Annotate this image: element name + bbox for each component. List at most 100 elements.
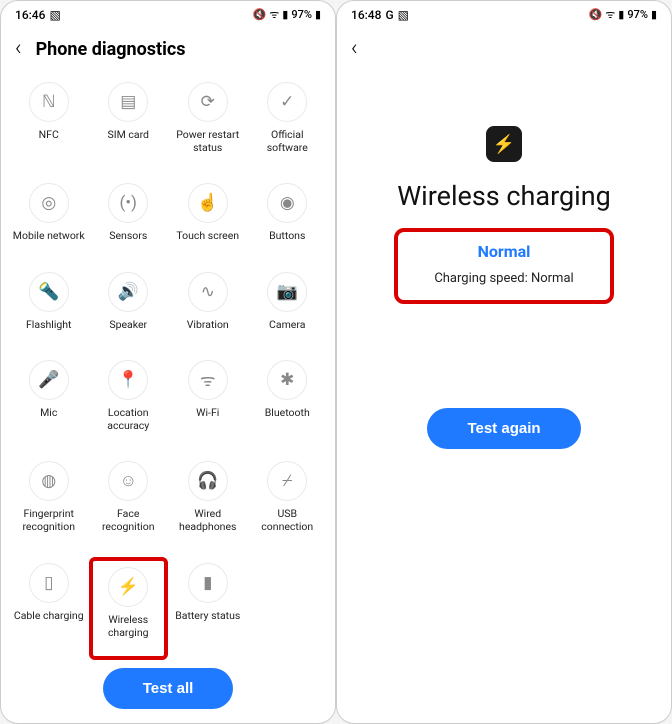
power-restart-status-icon: ⟳	[188, 82, 228, 122]
diag-label: Wired headphones	[172, 507, 244, 533]
signal-icon: ▮	[282, 8, 288, 21]
diag-item-nfc[interactable]: ℕ NFC	[9, 76, 89, 171]
diag-item-official-software[interactable]: ✓ Official software	[248, 76, 328, 171]
status-time: 16:48	[351, 8, 381, 22]
diag-item-buttons[interactable]: ◉ Buttons	[248, 177, 328, 259]
back-icon[interactable]: ‹	[351, 38, 358, 60]
battery-text: 97%	[627, 8, 648, 21]
wired-headphones-icon: 🎧	[188, 461, 228, 501]
diag-item-sim-card[interactable]: ▤ SIM card	[89, 76, 169, 171]
diag-label: Fingerprint recognition	[13, 507, 85, 533]
diag-label: Touch screen	[176, 229, 239, 242]
diag-item-face-recognition[interactable]: ☺Face recognition	[89, 455, 169, 550]
diag-label: Battery status	[175, 609, 240, 622]
diag-label: Wireless charging	[95, 613, 163, 639]
test-again-button[interactable]: Test again	[427, 408, 580, 449]
battery-icon: ▮	[315, 8, 321, 21]
diag-label: Mobile network	[13, 229, 85, 242]
diag-item-touch-screen[interactable]: ☝ Touch screen	[168, 177, 248, 259]
wifi-icon: ᯤ	[605, 7, 615, 22]
diag-item-wired-headphones[interactable]: 🎧 Wired headphones	[168, 455, 248, 550]
diag-item-wi-fi[interactable]: ᯤ Wi-Fi	[168, 354, 248, 449]
signal-icon: ▮	[618, 8, 624, 21]
mute-icon: 🔇	[253, 8, 267, 21]
diag-item-sensors[interactable]: (•) Sensors	[89, 177, 169, 259]
diag-label: Wi-Fi	[196, 406, 219, 419]
bluetooth-icon: ✱	[267, 360, 307, 400]
diag-label: Sensors	[109, 229, 147, 242]
gallery-icon: ▧	[49, 8, 60, 22]
mic-icon: 🎤	[29, 360, 69, 400]
diag-item-mobile-network[interactable]: ◎ Mobile network	[9, 177, 89, 259]
diag-item-cable-charging[interactable]: ▯ Cable charging	[9, 557, 89, 660]
diag-item-power-restart-status[interactable]: ⟳ Power restart status	[168, 76, 248, 171]
battery-icon: ▮	[651, 8, 657, 21]
diag-label: Cable charging	[14, 609, 84, 622]
button-row: Test again	[337, 400, 671, 463]
speaker-icon: 🔊	[108, 272, 148, 312]
header: ‹	[337, 26, 671, 76]
status-time: 16:46	[15, 8, 45, 22]
diag-label: Bluetooth	[265, 406, 310, 419]
diagnostics-grid: ℕ NFC ▤ SIM card ⟳ Power restart status ✓ Offic…	[1, 76, 335, 660]
diag-label: Official software	[251, 128, 323, 154]
vibration-icon: ∿	[188, 272, 228, 312]
diag-label: Location accuracy	[92, 406, 164, 432]
status-bar: 16:46 ▧ 🔇 ᯤ ▮ 97% ▮	[1, 1, 335, 26]
test-all-button[interactable]: Test all	[103, 668, 234, 709]
diag-item-vibration[interactable]: ∿ Vibration	[168, 266, 248, 348]
result-box: Normal Charging speed: Normal	[394, 228, 613, 304]
diag-label: Vibration	[187, 318, 229, 331]
sim-card-icon: ▤	[108, 82, 148, 122]
location-accuracy-icon: 📍	[108, 360, 148, 400]
diag-item-bluetooth[interactable]: ✱ Bluetooth	[248, 354, 328, 449]
diag-label: Buttons	[269, 229, 305, 242]
bolt-icon: ⚡	[486, 126, 522, 162]
result-detail: Charging speed: Normal	[434, 271, 573, 286]
diag-item-fingerprint-recognition[interactable]: ◍ Fingerprint recognition	[9, 455, 89, 550]
diag-item-wireless-charging[interactable]: ⚡Wireless charging	[89, 557, 169, 660]
diag-label: USB connection	[251, 507, 323, 533]
diag-item-usb-connection[interactable]: ⌿ USB connection	[248, 455, 328, 550]
cable-charging-icon: ▯	[29, 563, 69, 603]
camera-icon: 📷	[267, 272, 307, 312]
touch-screen-icon: ☝	[188, 183, 228, 223]
header: ‹ Phone diagnostics	[1, 26, 335, 76]
wifi-icon: ᯤ	[269, 7, 279, 22]
diag-label: Flashlight	[26, 318, 72, 331]
diag-item-speaker[interactable]: 🔊 Speaker	[89, 266, 169, 348]
result-status: Normal	[434, 242, 573, 261]
diag-label: Camera	[269, 318, 305, 331]
diag-item-flashlight[interactable]: 🔦 Flashlight	[9, 266, 89, 348]
diag-label: Speaker	[109, 318, 147, 331]
button-row: Test all	[1, 660, 335, 723]
sensors-icon: (•)	[108, 183, 148, 223]
diag-label: Mic	[40, 406, 57, 419]
official-software-icon: ✓	[267, 82, 307, 122]
status-extra: G	[385, 8, 393, 22]
diag-label: Power restart status	[172, 128, 244, 154]
result-title: Wireless charging	[397, 180, 611, 212]
page-title: Phone diagnostics	[36, 39, 186, 60]
back-icon[interactable]: ‹	[15, 38, 22, 60]
battery-status-icon: ▮	[188, 563, 228, 603]
mute-icon: 🔇	[589, 8, 603, 21]
wi-fi-icon: ᯤ	[188, 360, 228, 400]
phone-left: 16:46 ▧ 🔇 ᯤ ▮ 97% ▮ ‹ Phone diagnostics …	[0, 0, 336, 724]
diag-label: SIM card	[108, 128, 149, 141]
diag-label: NFC	[39, 128, 59, 141]
nfc-icon: ℕ	[29, 82, 69, 122]
buttons-icon: ◉	[267, 183, 307, 223]
diag-item-camera[interactable]: 📷 Camera	[248, 266, 328, 348]
battery-text: 97%	[291, 8, 312, 21]
fingerprint-recognition-icon: ◍	[29, 461, 69, 501]
usb-connection-icon: ⌿	[267, 461, 307, 501]
diag-item-location-accuracy[interactable]: 📍 Location accuracy	[89, 354, 169, 449]
status-bar: 16:48 G ▧ 🔇 ᯤ ▮ 97% ▮	[337, 1, 671, 26]
gallery-icon: ▧	[398, 8, 409, 22]
flashlight-icon: 🔦	[29, 272, 69, 312]
face-recognition-icon: ☺	[108, 461, 148, 501]
diag-item-mic[interactable]: 🎤 Mic	[9, 354, 89, 449]
mobile-network-icon: ◎	[29, 183, 69, 223]
diag-item-battery-status[interactable]: ▮ Battery status	[168, 557, 248, 660]
